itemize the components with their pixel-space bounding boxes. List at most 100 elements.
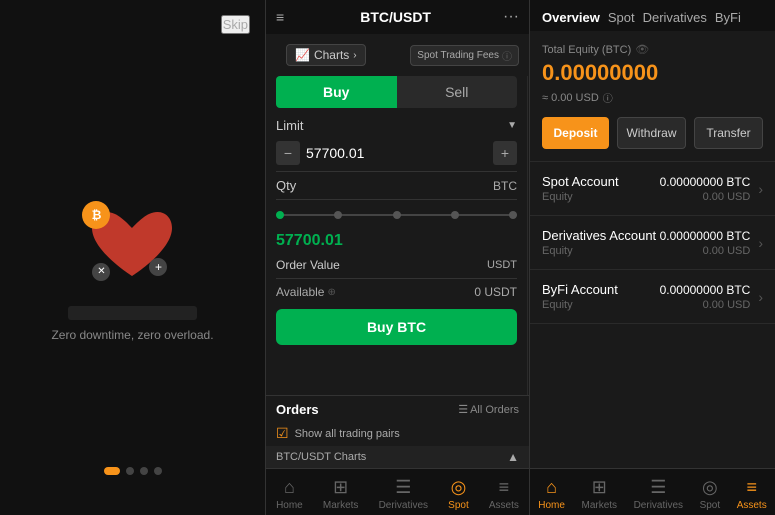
ov-nav-assets[interactable]: ≡ Assets (737, 477, 767, 511)
derivatives-account-item[interactable]: Derivatives Account Equity 0.00000000 BT… (530, 216, 775, 270)
withdraw-button[interactable]: Withdraw (617, 117, 686, 149)
transfer-button[interactable]: Transfer (694, 117, 763, 149)
order-value-currency: USDT (487, 259, 517, 271)
amount-slider[interactable] (276, 214, 517, 216)
byfi-account-values: 0.00000000 BTC 0.00 USD (660, 283, 751, 311)
order-type-chevron-icon[interactable]: ▼ (507, 120, 517, 131)
tab-overview[interactable]: Overview (542, 10, 600, 25)
price-decrease-button[interactable]: − (276, 141, 300, 165)
home-icon: ⌂ (284, 477, 295, 498)
dot-3[interactable] (140, 467, 148, 475)
usd-equiv: ≈ 0.00 USD ⓘ (542, 90, 763, 105)
byfi-account-info: ByFi Account Equity (542, 282, 660, 311)
nav-markets[interactable]: ⊞ Markets (323, 477, 359, 511)
btc-charts-label: BTC/USDT Charts (276, 451, 366, 463)
slider-dot-0 (276, 211, 284, 219)
tab-byfi[interactable]: ByFi (715, 10, 741, 25)
heart-icon: ₿ ✕ + (87, 206, 177, 286)
ov-markets-icon: ⊞ (592, 477, 607, 498)
show-pairs-label: Show all trading pairs (295, 428, 400, 440)
spot-account-arrow-icon: › (758, 181, 763, 197)
price-increase-button[interactable]: + (493, 141, 517, 165)
ov-nav-home[interactable]: ⌂ Home (538, 477, 565, 511)
show-pairs-row: ☑ Show all trading pairs (266, 421, 529, 446)
nav-home[interactable]: ⌂ Home (276, 477, 303, 511)
usd-info-icon: ⓘ (603, 90, 613, 105)
byfi-account-item[interactable]: ByFi Account Equity 0.00000000 BTC 0.00 … (530, 270, 775, 324)
ov-nav-markets[interactable]: ⊞ Markets (581, 477, 617, 511)
slider-dot-25 (334, 211, 342, 219)
order-type-row: Limit ▼ (266, 114, 527, 137)
amount-slider-row (266, 202, 527, 228)
dot-4[interactable] (154, 467, 162, 475)
order-value-divider (276, 278, 517, 279)
qty-currency: BTC (493, 179, 517, 193)
nav-assets-label: Assets (489, 500, 519, 511)
order-form: Buy Sell Limit ▼ − + Qty BTC (266, 76, 527, 395)
nav-assets[interactable]: ≡ Assets (489, 477, 519, 511)
ob-buy-3: 57700.00 0.012941 (528, 227, 529, 240)
equity-value: 0.00000000 (542, 60, 763, 86)
slider-dots (276, 211, 517, 219)
available-info-icon: ⊕ (327, 287, 335, 298)
sell-button[interactable]: Sell (397, 76, 518, 108)
onboarding-illustration: ₿ ✕ + Zero downtime, zero overload. (51, 80, 213, 467)
equity-info-icon: 👁 (635, 43, 649, 56)
buy-sell-toggle: Buy Sell (276, 76, 517, 108)
orders-section: Orders ☰ All Orders (266, 395, 529, 421)
tab-spot[interactable]: Spot (608, 10, 635, 25)
byfi-usd-value: 0.00 USD (660, 299, 751, 311)
all-orders-link[interactable]: ☰ All Orders (458, 403, 519, 416)
trading-bottom-nav: ⌂ Home ⊞ Markets ☰ Derivatives ◎ Spot ≡ … (266, 468, 529, 515)
spot-account-values: 0.00000000 BTC 0.00 USD (660, 175, 751, 203)
slider-dot-75 (451, 211, 459, 219)
ob-sell-2: 57718.10 0.001182 (528, 126, 529, 139)
more-icon[interactable]: ··· (503, 8, 519, 26)
ov-derivatives-icon: ☰ (650, 477, 666, 498)
nav-derivatives-label: Derivatives (379, 500, 428, 511)
dot-1[interactable] (104, 467, 120, 475)
trading-pair-title: BTC/USDT (360, 9, 431, 25)
trading-panel: ≡ BTC/USDT ··· 📈 Charts › Spot Trading F… (265, 0, 530, 515)
derivatives-equity-label: Equity (542, 245, 660, 257)
nav-spot[interactable]: ◎ Spot (448, 477, 469, 511)
qty-row: Qty BTC (266, 174, 527, 197)
spot-account-item[interactable]: Spot Account Equity 0.00000000 BTC 0.00 … (530, 162, 775, 216)
trading-header: ≡ BTC/USDT ··· (266, 0, 529, 34)
buy-button[interactable]: Buy (276, 76, 397, 108)
ov-nav-spot[interactable]: ◎ Spot (700, 477, 721, 511)
onboarding-title (68, 306, 198, 320)
plus-badge: + (149, 258, 167, 276)
charts-button[interactable]: 📈 Charts › (286, 44, 366, 66)
derivatives-account-arrow-icon: › (758, 235, 763, 251)
dot-2[interactable] (126, 467, 134, 475)
slider-dot-100 (509, 211, 517, 219)
btc-charts-row[interactable]: BTC/USDT Charts ▲ (266, 446, 529, 468)
ob-buy-1: 57700.15 0.438449 (528, 201, 529, 214)
derivatives-usd-value: 0.00 USD (660, 245, 751, 257)
checkbox-icon[interactable]: ☑ (276, 425, 289, 442)
buy-btc-button[interactable]: Buy BTC (276, 309, 517, 345)
all-orders-label: All Orders (470, 404, 519, 416)
byfi-btc-value: 0.00000000 BTC (660, 283, 751, 297)
onboarding-panel: Skip ₿ ✕ + Zero downtime, zero overload. (0, 0, 265, 515)
price-divider (276, 171, 517, 172)
qty-label: Qty (276, 178, 296, 193)
nav-derivatives[interactable]: ☰ Derivatives (379, 477, 428, 511)
total-equity-label: Total Equity (BTC) 👁 (542, 43, 763, 56)
spot-equity-label: Equity (542, 191, 660, 203)
markets-icon: ⊞ (333, 477, 348, 498)
ov-assets-label: Assets (737, 500, 767, 511)
skip-button[interactable]: Skip (221, 15, 250, 34)
ov-nav-derivatives[interactable]: ☰ Derivatives (634, 477, 683, 511)
ob-buy-2: 57700.14 1.771723 (528, 214, 529, 227)
tab-derivatives[interactable]: Derivatives (643, 10, 707, 25)
order-value-label: Order Value (276, 258, 340, 272)
byfi-account-name: ByFi Account (542, 282, 660, 297)
deposit-button[interactable]: Deposit (542, 117, 609, 149)
ov-markets-label: Markets (581, 500, 617, 511)
spot-btc-value: 0.00000000 BTC (660, 175, 751, 189)
spot-account-info: Spot Account Equity (542, 174, 660, 203)
price-input[interactable] (306, 145, 487, 161)
assets-icon: ≡ (499, 477, 510, 498)
